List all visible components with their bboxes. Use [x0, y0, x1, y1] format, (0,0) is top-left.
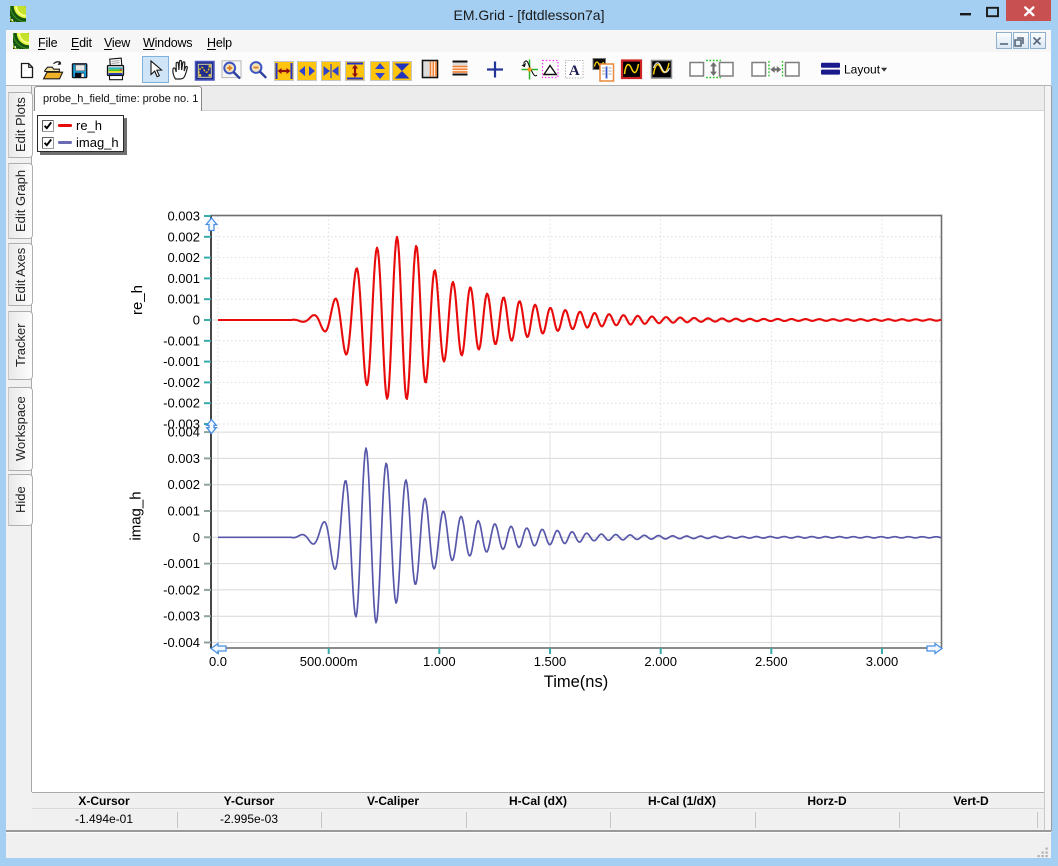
svg-text:A: A: [569, 63, 580, 79]
svg-text:Layout: Layout: [844, 63, 881, 77]
